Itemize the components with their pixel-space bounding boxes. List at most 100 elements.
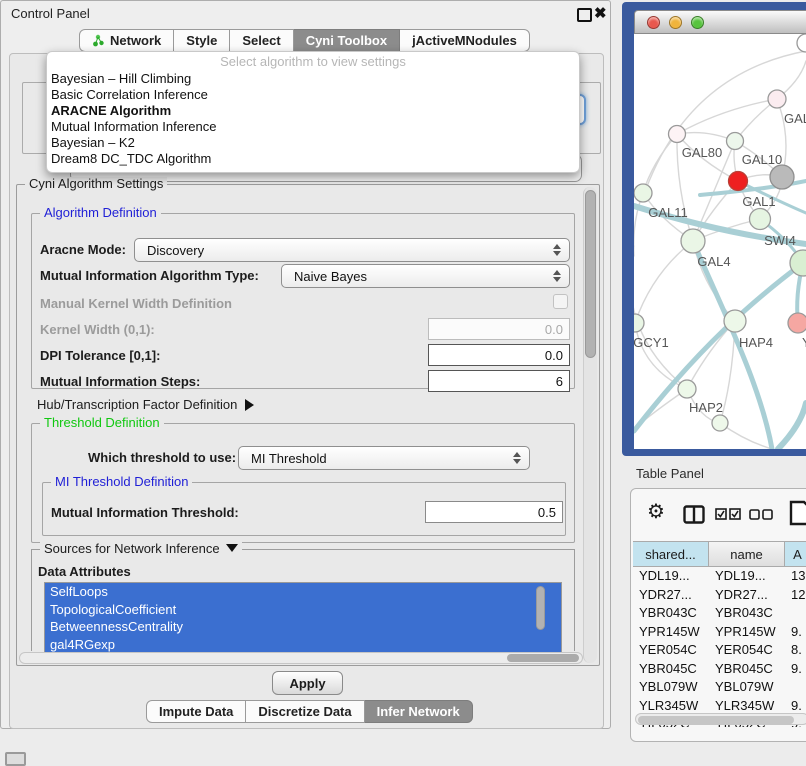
aracne-mode-value: Discovery <box>147 243 204 258</box>
network-node-hap2[interactable] <box>678 380 696 398</box>
sources-group-title[interactable]: Sources for Network Inference <box>40 542 242 556</box>
aracne-mode-label: Aracne Mode: <box>40 242 126 257</box>
manual-kernel-checkbox[interactable] <box>553 294 568 309</box>
table-panel: ⚙ shared...nameA YDL19...YDL19...13YDR27… <box>630 488 806 742</box>
dropdown-item[interactable]: Bayesian – K2 <box>47 135 579 151</box>
dropdown-item[interactable]: Basic Correlation Inference <box>47 87 579 103</box>
network-edge[interactable] <box>778 403 806 449</box>
minimize-light-icon[interactable] <box>669 16 682 29</box>
settings-vscrollbar-track[interactable] <box>583 187 597 663</box>
mi-threshold-title: MI Threshold Definition <box>51 475 192 489</box>
close-icon[interactable]: ✖ <box>594 4 607 22</box>
mi-steps-input[interactable]: 6 <box>428 370 570 392</box>
float-window-icon[interactable] <box>577 8 592 22</box>
table-row[interactable]: YPR145WYPR145W9. <box>633 623 806 642</box>
column-header-name[interactable]: name <box>709 542 785 566</box>
table-row[interactable]: YER054CYER054C8. <box>633 641 806 660</box>
deselect-columns-icon[interactable] <box>749 509 773 520</box>
algorithm-dropdown-popup: Select algorithm to view settings Bayesi… <box>46 51 580 173</box>
mi-type-label: Mutual Information Algorithm Type: <box>40 268 259 283</box>
network-canvas[interactable]: GALGAL80GAL10GAL1GAL11SWI4GAL4GCY1HAP4YH… <box>634 34 806 449</box>
select-columns-icon[interactable] <box>715 508 741 520</box>
network-node-gal80[interactable] <box>669 126 686 143</box>
close-light-icon[interactable] <box>647 16 660 29</box>
network-node-gal10[interactable] <box>727 133 744 150</box>
network-edge[interactable] <box>635 241 693 323</box>
network-edge[interactable] <box>677 99 777 134</box>
tab-label: Select <box>242 33 280 48</box>
which-threshold-combobox[interactable]: MI Threshold <box>238 446 530 470</box>
tab-network[interactable]: Network <box>79 29 174 52</box>
attribute-item[interactable]: BetweennessCentrality <box>45 618 561 636</box>
gear-icon[interactable]: ⚙ <box>647 502 665 522</box>
dpi-tolerance-input[interactable]: 0.0 <box>428 344 570 366</box>
table-row[interactable]: YBL079WYBL079W <box>633 678 806 697</box>
data-attributes-list[interactable]: SelfLoopsTopologicalCoefficientBetweenne… <box>44 582 562 654</box>
apply-button[interactable]: Apply <box>272 671 343 695</box>
network-window-titlebar[interactable] <box>634 10 806 34</box>
column-header-shared...[interactable]: shared... <box>633 542 709 566</box>
attr-list-vscrollbar-thumb[interactable] <box>536 586 545 630</box>
dropdown-item[interactable]: Bayesian – Hill Climbing <box>47 71 579 87</box>
dropdown-item[interactable]: Mutual Information Inference <box>47 119 579 135</box>
table-row[interactable]: YDL19...YDL19...13 <box>633 567 806 586</box>
network-node-gal[interactable] <box>768 90 786 108</box>
data-attributes-label: Data Attributes <box>38 564 131 579</box>
network-node[interactable] <box>712 415 728 431</box>
table-row[interactable]: YBR045CYBR045C9. <box>633 660 806 679</box>
dropdown-item[interactable]: Dream8 DC_TDC Algorithm <box>47 151 579 167</box>
network-edge[interactable] <box>720 423 772 449</box>
tab-style[interactable]: Style <box>174 29 230 52</box>
hub-definition-expander[interactable]: Hub/Transcription Factor Definition <box>37 397 254 412</box>
mi-type-combobox[interactable]: Naive Bayes <box>281 264 570 288</box>
control-panel-titlebar: Control Panel ✖ <box>1 1 610 25</box>
attribute-item[interactable]: SelfLoops <box>45 583 561 601</box>
network-node-gal11[interactable] <box>634 184 652 202</box>
network-node-gal4[interactable] <box>681 229 705 253</box>
split-columns-icon[interactable] <box>683 505 705 524</box>
table-row[interactable]: YDR27...YDR27...12 <box>633 586 806 605</box>
column-header-A[interactable]: A <box>785 542 806 566</box>
zoom-light-icon[interactable] <box>691 16 704 29</box>
network-edge[interactable] <box>687 321 735 389</box>
attribute-item[interactable]: TopologicalCoefficient <box>45 601 561 619</box>
dock-panel-icon[interactable] <box>5 752 26 766</box>
settings-vscrollbar-thumb[interactable] <box>585 190 596 358</box>
collapse-down-icon <box>226 544 238 552</box>
attribute-item[interactable]: gal4RGexp <box>45 636 561 654</box>
table-hscrollbar-track[interactable] <box>635 713 806 725</box>
network-node-y[interactable] <box>788 313 806 333</box>
tab-discretize-data[interactable]: Discretize Data <box>246 700 364 723</box>
settings-hscrollbar-thumb[interactable] <box>507 654 579 662</box>
table-body: YDL19...YDL19...13YDR27...YDR27...12YBR0… <box>633 567 806 727</box>
mi-threshold-input[interactable]: 0.5 <box>425 501 563 523</box>
table-cell: YER054C <box>633 641 709 660</box>
tab-impute-data[interactable]: Impute Data <box>146 700 246 723</box>
tab-infer-network[interactable]: Infer Network <box>365 700 473 723</box>
network-view-window: GALGAL80GAL10GAL1GAL11SWI4GAL4GCY1HAP4YH… <box>622 2 806 456</box>
table-cell: 9. <box>785 660 806 679</box>
document-icon[interactable] <box>789 500 806 526</box>
dropdown-item[interactable]: ARACNE Algorithm <box>47 103 579 119</box>
dropdown-item-list: Bayesian – Hill ClimbingBasic Correlatio… <box>47 71 579 167</box>
table-row[interactable]: YBR043CYBR043C <box>633 604 806 623</box>
aracne-mode-combobox[interactable]: Discovery <box>134 238 570 262</box>
network-node-gal1[interactable] <box>729 172 748 191</box>
tab-cyni-toolbox[interactable]: Cyni Toolbox <box>294 29 400 52</box>
settings-group-title: Cyni Algorithm Settings <box>25 177 167 191</box>
table-cell: YBR045C <box>633 660 709 679</box>
settings-hscrollbar-track[interactable] <box>19 652 583 664</box>
table-cell: YBL079W <box>709 678 785 697</box>
which-threshold-label: Which threshold to use: <box>88 450 236 465</box>
network-node[interactable] <box>750 209 771 230</box>
network-node[interactable] <box>770 165 794 189</box>
tab-label: jActiveMNodules <box>412 33 517 48</box>
network-node-gcy1[interactable] <box>634 314 644 332</box>
network-node-hap4[interactable] <box>724 310 746 332</box>
kernel-width-input[interactable]: 0.0 <box>428 318 570 340</box>
dropdown-placeholder: Select algorithm to view settings <box>47 54 579 71</box>
table-hscrollbar-thumb[interactable] <box>638 716 794 724</box>
tab-select[interactable]: Select <box>230 29 293 52</box>
tab-jactivemnodules[interactable]: jActiveMNodules <box>400 29 530 52</box>
network-node[interactable] <box>797 34 806 52</box>
